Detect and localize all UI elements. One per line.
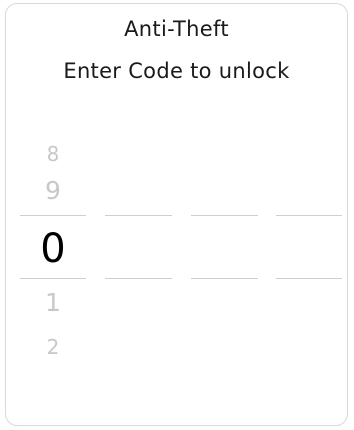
page-subtitle: Enter Code to unlock [63,59,290,83]
wheel-1-bottom-separator [20,278,86,279]
wheel-1-digit-above-far[interactable]: 8 [23,144,83,164]
wheel-1-selected-digit[interactable]: 0 [23,229,83,269]
page-title: Anti-Theft [124,17,229,41]
wheel-4-top-separator [276,215,342,216]
wheel-1-top-separator [20,215,86,216]
wheel-1-digit-below[interactable]: 1 [23,290,83,315]
anti-theft-screen: Anti-Theft Enter Code to unlock 8 9 0 1 … [5,3,348,426]
wheel-1-digit-above[interactable]: 9 [23,178,83,203]
wheel-3-bottom-separator [191,278,258,279]
wheel-2-bottom-separator [105,278,172,279]
wheel-2-top-separator [105,215,172,216]
wheel-3-top-separator [191,215,258,216]
wheel-4-bottom-separator [276,278,342,279]
wheel-1-digit-below-far[interactable]: 2 [23,337,83,357]
